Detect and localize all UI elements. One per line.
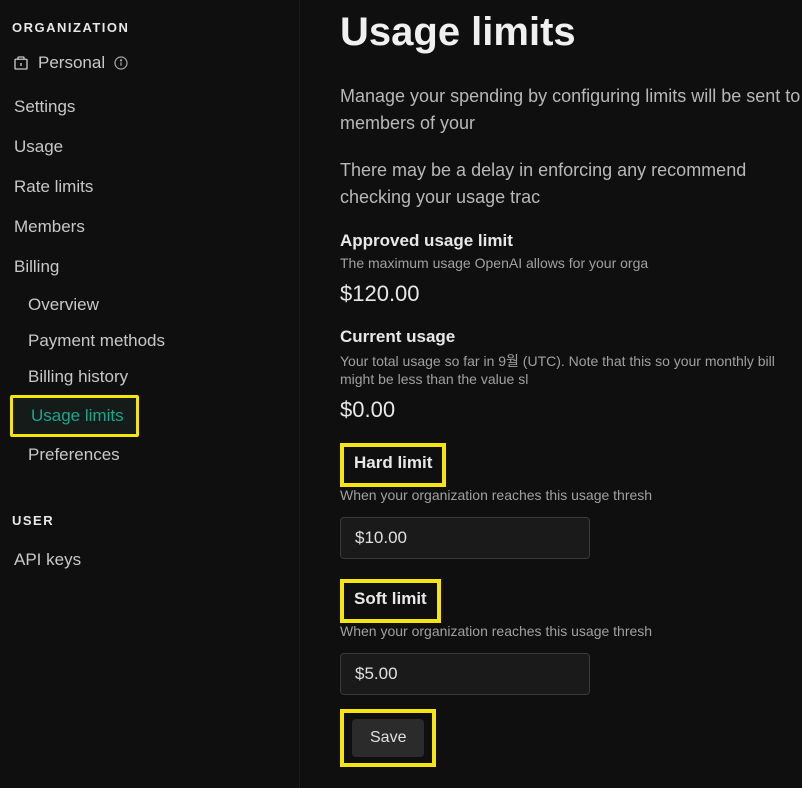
hard-limit-hint: When your organization reaches this usag… <box>340 487 802 503</box>
soft-limit-label: Soft limit <box>354 589 427 609</box>
current-usage-value: $0.00 <box>340 397 802 423</box>
page-title: Usage limits <box>340 10 802 55</box>
nav-usage[interactable]: Usage <box>10 127 289 167</box>
nav-billing-usage-limits[interactable]: Usage limits <box>13 398 136 434</box>
org-heading: ORGANIZATION <box>12 20 289 35</box>
highlight-usage-limits: Usage limits <box>10 395 139 437</box>
save-button[interactable]: Save <box>352 719 424 757</box>
user-heading: USER <box>12 513 289 528</box>
description-2: There may be a delay in enforcing any re… <box>340 157 802 211</box>
hard-limit-input[interactable] <box>340 517 590 559</box>
soft-limit-input[interactable] <box>340 653 590 695</box>
nav-api-keys[interactable]: API keys <box>10 540 289 580</box>
hard-limit-label: Hard limit <box>354 453 432 473</box>
building-icon <box>12 54 30 72</box>
main-content: Usage limits Manage your spending by con… <box>300 0 802 788</box>
description-1: Manage your spending by configuring limi… <box>340 83 802 137</box>
nav-billing-preferences[interactable]: Preferences <box>10 437 289 473</box>
current-usage-hint: Your total usage so far in 9월 (UTC). Not… <box>340 351 802 387</box>
soft-limit-section: Soft limit When your organization reache… <box>340 579 802 695</box>
highlight-save: Save <box>340 709 436 767</box>
soft-limit-hint: When your organization reaches this usag… <box>340 623 802 639</box>
nav-billing-overview[interactable]: Overview <box>10 287 289 323</box>
highlight-hard-limit: Hard limit <box>340 443 446 487</box>
approved-limit-hint: The maximum usage OpenAI allows for your… <box>340 255 802 271</box>
approved-limit-section: Approved usage limit The maximum usage O… <box>340 231 802 307</box>
nav-billing[interactable]: Billing <box>10 247 289 287</box>
nav-billing-payment-methods[interactable]: Payment methods <box>10 323 289 359</box>
approved-limit-label: Approved usage limit <box>340 231 513 251</box>
nav-settings[interactable]: Settings <box>10 87 289 127</box>
nav-billing-history[interactable]: Billing history <box>10 359 289 395</box>
info-icon[interactable] <box>113 55 129 71</box>
current-usage-label: Current usage <box>340 327 455 347</box>
sidebar: ORGANIZATION Personal Settings Usage Rat… <box>0 0 300 788</box>
approved-limit-value: $120.00 <box>340 281 802 307</box>
hard-limit-section: Hard limit When your organization reache… <box>340 443 802 559</box>
org-selector[interactable]: Personal <box>10 47 289 79</box>
highlight-soft-limit: Soft limit <box>340 579 441 623</box>
nav-rate-limits[interactable]: Rate limits <box>10 167 289 207</box>
org-name: Personal <box>38 53 105 73</box>
nav-members[interactable]: Members <box>10 207 289 247</box>
current-usage-section: Current usage Your total usage so far in… <box>340 327 802 423</box>
